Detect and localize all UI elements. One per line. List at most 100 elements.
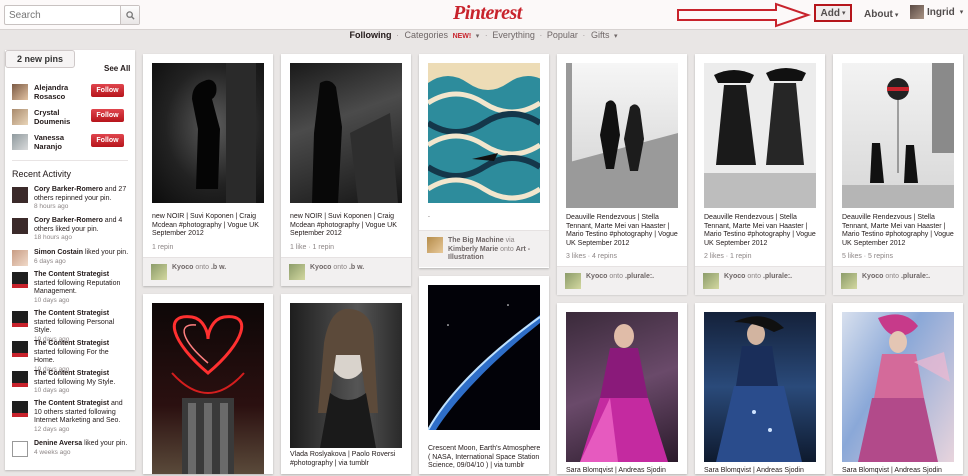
avatar — [151, 264, 167, 280]
pin-card[interactable]: . The Big Machine via Kimberly Marie ont… — [419, 54, 549, 268]
activity-text: Simon Costain liked your pin. 6 days ago — [34, 249, 130, 266]
pinner-name[interactable]: Kyoco — [724, 273, 745, 280]
user-menu[interactable]: Ingrid ▾ — [910, 5, 963, 19]
nav-popular[interactable]: Popular — [547, 30, 578, 40]
activity-time: 12 days ago — [34, 425, 70, 433]
chevron-down-icon: ▾ — [475, 33, 480, 40]
avatar — [12, 250, 28, 266]
avatar — [910, 5, 924, 19]
category-nav: Following · Categories NEW! ▾ · Everythi… — [0, 30, 968, 44]
nav-following[interactable]: Following — [350, 30, 392, 40]
pin-attribution: The Big Machine via Kimberly Marie onto … — [419, 230, 549, 267]
see-all-link[interactable]: See All — [104, 64, 130, 73]
suggestion-name[interactable]: Alejandra Rosasco — [34, 83, 84, 101]
add-button[interactable]: Add ▾ — [814, 4, 852, 22]
activity-user[interactable]: The Content Strategist — [34, 310, 109, 317]
pin-image[interactable] — [428, 63, 540, 203]
about-menu[interactable]: About ▾ — [864, 9, 898, 20]
pin-photo — [171, 315, 245, 474]
pin-caption: Deauville Rendezvous | Stella Tennant, M… — [566, 214, 678, 247]
activity-user[interactable]: The Content Strategist — [34, 340, 109, 347]
suggestion-row: Alejandra Rosasco Follow — [12, 81, 130, 103]
pin-image[interactable] — [290, 303, 402, 448]
search-button[interactable] — [120, 6, 139, 24]
pin-card[interactable]: Deauville Rendezvous | Stella Tennant, M… — [557, 54, 687, 295]
pinner-name[interactable]: Kyoco — [586, 273, 607, 280]
pin-card[interactable]: Vlada Roslyakova | Paolo Roversi #photog… — [281, 294, 411, 474]
pin-photo — [318, 308, 378, 448]
pin-card[interactable]: Sara Blomqvist | Andreas Sjodin — [557, 303, 687, 474]
search-box[interactable] — [4, 5, 140, 25]
activity-message: liked your pin. — [83, 249, 129, 256]
pin-attribution: Kyoco onto .b w. — [143, 257, 273, 286]
board-name[interactable]: .plurale:. — [901, 273, 930, 280]
nav-gifts[interactable]: Gifts ▾ — [590, 30, 619, 40]
pin-image[interactable] — [704, 312, 816, 462]
pin-card[interactable]: new NOIR | Suvi Koponen | Craig Mcdean #… — [143, 54, 273, 286]
follow-button[interactable]: Follow — [91, 84, 124, 97]
activity-user[interactable]: Simon Costain — [34, 249, 83, 256]
activity-user[interactable]: The Content Strategist — [34, 370, 109, 377]
avatar — [565, 273, 581, 289]
activity-user[interactable]: The Content Strategist — [34, 271, 109, 278]
nav-categories[interactable]: Categories NEW! ▾ — [404, 30, 481, 40]
new-pins-button[interactable]: 2 new pins — [5, 50, 75, 68]
pin-caption: Deauville Rendezvous | Stella Tennant, M… — [842, 214, 954, 247]
activity-user[interactable]: Cory Barker-Romero — [34, 217, 103, 224]
suggestion-name[interactable]: Crystal Doumenis — [34, 108, 84, 126]
follow-button[interactable]: Follow — [91, 109, 124, 122]
avatar — [12, 109, 28, 125]
pin-image[interactable] — [704, 63, 816, 208]
pin-card[interactable]: new NOIR | Suvi Koponen | Craig Mcdean #… — [281, 54, 411, 286]
pin-photo — [192, 63, 256, 203]
about-caret-icon: ▾ — [894, 12, 899, 19]
pin-image[interactable] — [842, 63, 954, 208]
activity-time: 4 weeks ago — [34, 448, 71, 456]
pin-card[interactable] — [143, 294, 273, 474]
board-name[interactable]: .plurale:. — [763, 273, 792, 280]
pin-image[interactable] — [842, 312, 954, 462]
pinner-name[interactable]: The Big Machine — [448, 237, 504, 244]
pin-image[interactable] — [428, 285, 540, 430]
pin-card[interactable]: Deauville Rendezvous | Stella Tennant, M… — [833, 54, 963, 295]
pin-image[interactable] — [566, 63, 678, 208]
board-name[interactable]: .b w. — [211, 264, 226, 271]
activity-user[interactable]: The Content Strategist — [34, 400, 109, 407]
board-name[interactable]: .b w. — [349, 264, 364, 271]
pin-image[interactable] — [152, 303, 264, 474]
pinner-name[interactable]: Kyoco — [172, 264, 193, 271]
about-label: About — [864, 9, 893, 20]
pin-image[interactable] — [152, 63, 264, 203]
divider — [12, 160, 128, 161]
activity-time: 10 days ago — [34, 387, 70, 394]
pin-card[interactable]: Crescent Moon, Earth's Atmosphere ( NASA… — [419, 276, 549, 474]
via-name[interactable]: Kimberly Marie — [448, 246, 498, 253]
pin-image[interactable] — [566, 312, 678, 462]
user-caret-icon: ▾ — [959, 9, 964, 16]
nav-gifts-label: Gifts — [590, 30, 610, 40]
avatar — [427, 237, 443, 253]
red-arrow-annotation — [677, 2, 812, 28]
pin-image[interactable] — [290, 63, 402, 203]
search-input[interactable] — [5, 6, 121, 24]
nav-everything[interactable]: Everything — [492, 30, 535, 40]
pin-caption: Crescent Moon, Earth's Atmosphere ( NASA… — [428, 445, 541, 470]
pin-stats: 2 likes · 1 repin — [704, 253, 752, 260]
activity-user[interactable]: Cory Barker-Romero — [34, 186, 103, 193]
pin-caption: . — [428, 212, 430, 219]
pinner-name[interactable]: Kyoco — [310, 264, 331, 271]
suggestion-name[interactable]: Vanessa Naranjo — [34, 133, 84, 151]
pin-caption: Sara Blomqvist | Andreas Sjodin — [842, 467, 942, 474]
activity-text: Denine Aversa liked your pin. 4 weeks ago — [34, 440, 130, 457]
pinterest-logo[interactable]: Pinterest — [453, 2, 522, 25]
avatar — [12, 134, 28, 150]
pin-stats: 1 repin — [152, 244, 174, 251]
add-caret-icon: ▾ — [841, 10, 846, 17]
activity-user[interactable]: Denine Aversa — [34, 440, 82, 447]
pin-card[interactable]: Sara Blomqvist | Andreas Sjodin — [695, 303, 825, 474]
pinner-name[interactable]: Kyoco — [862, 273, 883, 280]
follow-button[interactable]: Follow — [91, 134, 124, 147]
pin-card[interactable]: Sara Blomqvist | Andreas Sjodin — [833, 303, 963, 474]
board-name[interactable]: .plurale:. — [625, 273, 654, 280]
pin-card[interactable]: Deauville Rendezvous | Stella Tennant, M… — [695, 54, 825, 295]
